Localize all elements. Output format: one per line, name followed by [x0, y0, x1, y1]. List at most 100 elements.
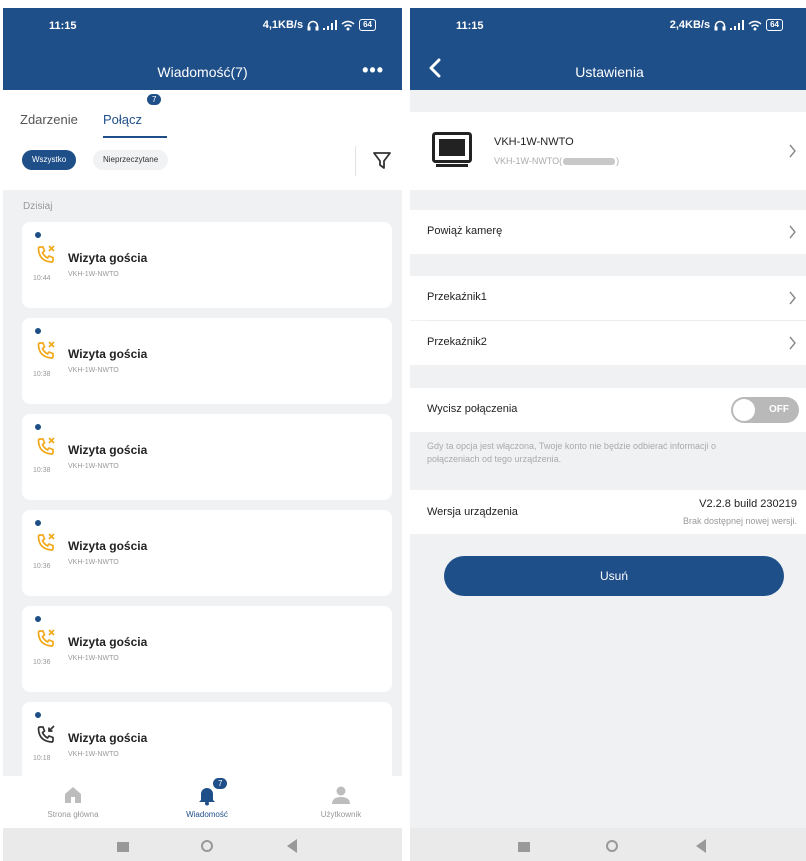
mute-calls-description: Gdy ta opcja jest włączona, Twoje konto …	[427, 441, 716, 464]
chevron-right-icon	[789, 291, 796, 305]
missed-call-icon	[37, 245, 55, 263]
message-title: Wizyta gościa	[68, 443, 148, 457]
relay1-label: Przekaźnik1	[427, 291, 487, 303]
recents-icon[interactable]	[117, 842, 129, 852]
unread-dot	[35, 520, 41, 526]
device-id-suffix: )	[616, 156, 620, 166]
page-title: Wiadomość(7)	[157, 64, 248, 80]
device-version-row: Wersja urządzenia V2.2.8 build 230219 Br…	[410, 490, 806, 534]
app-bar: 11:15 4,1KB/s 64 Wiadomość(7) •••	[3, 8, 402, 90]
unread-dot	[35, 616, 41, 622]
status-time: 11:15	[49, 20, 77, 32]
device-name: VKH-1W-NWTO	[494, 136, 574, 148]
tab-underline	[103, 136, 167, 138]
message-card[interactable]: Wizyta gościa 10:38 VKH-1W-NWTO	[22, 414, 392, 500]
device-subtitle: VKH-1W-NWTO( )	[494, 156, 619, 166]
wifi-icon	[341, 20, 355, 30]
missed-call-icon	[37, 629, 55, 647]
funnel-icon[interactable]	[372, 150, 392, 172]
system-navigation	[3, 828, 402, 861]
signal-icon	[323, 20, 338, 30]
nav-badge: 7	[213, 778, 228, 789]
message-time: 10:36	[33, 563, 51, 570]
network-speed: 4,1KB/s	[262, 19, 304, 31]
delete-button[interactable]: Usuń	[444, 556, 784, 596]
section-header-today: Dzisiaj	[23, 201, 53, 212]
back-triangle-icon[interactable]	[696, 839, 706, 853]
message-title: Wizyta gościa	[68, 539, 148, 553]
headphones-icon	[714, 20, 726, 30]
signal-icon	[730, 20, 745, 30]
link-camera-label: Powiąż kamerę	[427, 225, 503, 237]
chevron-right-icon	[789, 336, 796, 350]
system-navigation	[410, 828, 806, 861]
missed-call-icon	[37, 437, 55, 455]
unread-dot	[35, 328, 41, 334]
message-card[interactable]: Wizyta gościa 10:44 VKH-1W-NWTO	[22, 222, 392, 308]
more-dots-icon[interactable]: •••	[362, 60, 384, 81]
headphones-icon	[307, 20, 319, 30]
nav-user-label: Użytkownik	[320, 810, 362, 819]
missed-call-icon	[37, 533, 55, 551]
device-row[interactable]: VKH-1W-NWTO VKH-1W-NWTO( )	[410, 112, 806, 190]
tab-zdarzenie[interactable]: Zdarzenie	[20, 112, 78, 127]
toggle-knob	[733, 399, 755, 421]
redacted-text	[563, 157, 616, 165]
message-title: Wizyta gościa	[68, 731, 148, 745]
mute-calls-label: Wycisz połączenia	[427, 403, 518, 415]
device-id-prefix: VKH-1W-NWTO(	[494, 156, 563, 166]
message-title: Wizyta gościa	[68, 635, 148, 649]
message-device: VKH-1W-NWTO	[68, 655, 119, 662]
chevron-right-icon	[789, 144, 796, 158]
home-circle-icon[interactable]	[201, 840, 213, 852]
recents-icon[interactable]	[518, 842, 530, 852]
missed-call-icon	[37, 341, 55, 359]
status-time: 11:15	[456, 20, 484, 32]
relay2-row[interactable]: Przekaźnik2	[410, 321, 806, 365]
status-bar: 11:15 2,4KB/s 64	[410, 17, 806, 37]
relay1-row[interactable]: Przekaźnik1	[410, 276, 806, 320]
app-bar: 11:15 2,4KB/s 64 Ustawienia	[410, 8, 806, 90]
tabs-area: Zdarzenie Połącz 7 Wszystko Nieprzeczyta…	[3, 90, 402, 190]
tab-polacz[interactable]: Połącz	[103, 112, 142, 127]
message-time: 10:36	[33, 659, 51, 666]
mute-calls-row: Wycisz połączenia OFF	[410, 388, 806, 432]
device-version-value: V2.2.8 build 230219	[699, 498, 797, 510]
messages-screen: 11:15 4,1KB/s 64 Wiadomość(7) ••• Zdarze…	[3, 8, 402, 861]
filter-chip-all[interactable]: Wszystko	[22, 150, 77, 170]
message-device: VKH-1W-NWTO	[68, 559, 119, 566]
link-camera-row[interactable]: Powiąż kamerę	[410, 210, 806, 254]
message-card[interactable]: Wizyta gościa 10:38 VKH-1W-NWTO	[22, 318, 392, 404]
toggle-state: OFF	[769, 404, 789, 415]
home-circle-icon[interactable]	[606, 840, 618, 852]
filter-chip-unread[interactable]: Nieprzeczytane	[93, 150, 169, 170]
nav-messages-label: Wiadomość	[186, 810, 228, 819]
home-icon	[65, 787, 81, 803]
message-time: 10:44	[33, 275, 51, 282]
message-card[interactable]: Wizyta gościa 10:36 VKH-1W-NWTO	[22, 510, 392, 596]
mute-calls-toggle[interactable]: OFF	[731, 397, 799, 423]
device-version-label: Wersja urządzenia	[427, 506, 518, 518]
status-bar: 11:15 4,1KB/s 64	[3, 17, 402, 37]
nav-home-label: Strona główna	[47, 810, 99, 819]
relay2-label: Przekaźnik2	[427, 336, 487, 348]
message-time: 10:38	[33, 371, 51, 378]
message-card[interactable]: Wizyta gościa 10:36 VKH-1W-NWTO	[22, 606, 392, 692]
user-icon	[332, 786, 350, 804]
message-title: Wizyta gościa	[68, 347, 148, 361]
unread-dot	[35, 424, 41, 430]
message-device: VKH-1W-NWTO	[68, 751, 119, 758]
message-device: VKH-1W-NWTO	[68, 463, 119, 470]
unread-dot	[35, 232, 41, 238]
incoming-call-icon	[37, 725, 55, 743]
message-device: VKH-1W-NWTO	[68, 367, 119, 374]
page-title: Ustawienia	[575, 64, 644, 80]
battery-icon: 64	[359, 19, 376, 31]
divider	[355, 146, 356, 176]
network-speed: 2,4KB/s	[669, 19, 711, 31]
bottom-navigation: Strona główna 7 Wiadomość Użytkownik	[3, 776, 402, 828]
chevron-right-icon	[789, 225, 796, 239]
settings-screen: 11:15 2,4KB/s 64 Ustawienia VKH-1W-NWTO …	[410, 8, 806, 861]
back-triangle-icon[interactable]	[287, 839, 297, 853]
tab-badge: 7	[147, 94, 162, 105]
